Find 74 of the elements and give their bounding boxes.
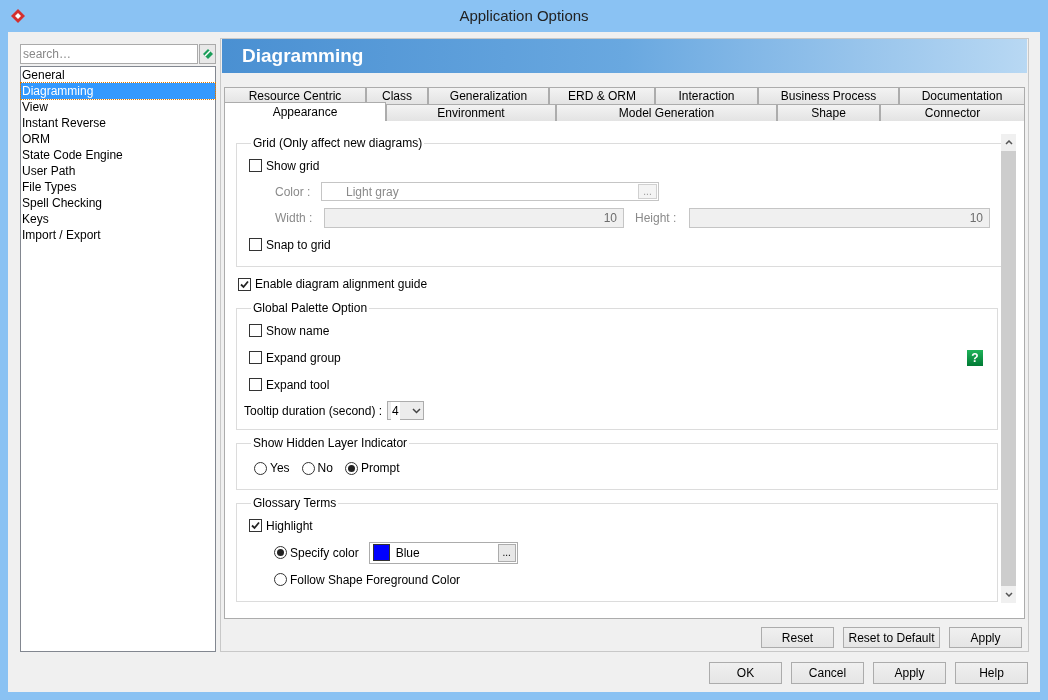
color-field[interactable]: Blue ...: [368, 541, 518, 564]
dialog-button[interactable]: Cancel: [791, 662, 864, 684]
category-item[interactable]: State Code Engine: [21, 147, 215, 163]
group-title: Global Palette Option: [252, 300, 369, 317]
tab[interactable]: Model Generation: [556, 104, 777, 121]
checkbox-label: Expand tool: [266, 376, 330, 394]
group-title: Glossary Terms: [252, 495, 338, 512]
duration-select[interactable]: 4: [387, 401, 425, 420]
field-label: Height :: [635, 209, 678, 227]
panel-button[interactable]: Reset: [761, 627, 834, 648]
eraser-icon: [201, 48, 214, 60]
tab[interactable]: ERD & ORM: [549, 87, 655, 104]
field-label: Tooltip duration (second) :: [244, 402, 383, 420]
tab[interactable]: Environment: [386, 104, 556, 121]
radio-button[interactable]: [254, 461, 267, 475]
checkbox[interactable]: [249, 351, 262, 364]
chevron-up-icon: [1004, 140, 1013, 145]
app-logo-icon: [10, 8, 26, 24]
radio-button[interactable]: [274, 573, 287, 586]
dialog-button[interactable]: Apply: [873, 662, 946, 684]
field-label: Color :: [275, 183, 312, 201]
field-label: Width :: [275, 209, 314, 227]
panel-button[interactable]: Apply: [949, 627, 1022, 648]
check-icon: [251, 521, 260, 530]
radio-button[interactable]: [301, 461, 315, 475]
radio-label: Yes: [270, 460, 290, 477]
dialog-button[interactable]: OK: [709, 662, 782, 684]
category-item[interactable]: Import / Export: [21, 227, 215, 243]
panel-button[interactable]: Reset to Default: [843, 627, 940, 648]
category-item[interactable]: Spell Checking: [21, 195, 215, 211]
panel-title: Diagramming: [242, 43, 364, 68]
checkbox[interactable]: [249, 378, 262, 391]
tab[interactable]: Business Process: [758, 87, 899, 104]
tab[interactable]: Documentation: [899, 87, 1025, 104]
chevron-down-icon: [412, 407, 422, 414]
browse-button[interactable]: ...: [497, 543, 516, 562]
tab[interactable]: Interaction: [655, 87, 758, 104]
checkbox[interactable]: [238, 277, 251, 291]
category-item[interactable]: General: [21, 67, 215, 83]
category-item[interactable]: User Path: [21, 163, 215, 179]
search-options-button[interactable]: [199, 44, 216, 64]
category-item[interactable]: Instant Reverse: [21, 115, 215, 131]
category-item[interactable]: ORM: [21, 131, 215, 147]
checkbox[interactable]: [249, 159, 262, 172]
chevron-down-icon: [1004, 592, 1013, 597]
category-item[interactable]: Keys: [21, 211, 215, 227]
checkbox[interactable]: [249, 238, 262, 251]
checkbox-label: Show grid: [266, 157, 320, 175]
radio-label: Specify color: [290, 544, 359, 562]
checkbox[interactable]: [249, 324, 262, 337]
window-title: Application Options: [459, 5, 589, 26]
radio-label: Prompt: [360, 460, 400, 477]
checkbox[interactable]: [249, 519, 262, 532]
radio-button[interactable]: [344, 461, 358, 475]
dialog-button[interactable]: Help: [955, 662, 1028, 684]
checkbox-label: Enable diagram alignment guide: [255, 276, 428, 293]
checkbox-label: Expand group: [266, 349, 341, 367]
group-title: Show Hidden Layer Indicator: [252, 435, 409, 452]
tab[interactable]: Connector: [880, 104, 1025, 121]
check-icon: [240, 279, 249, 289]
category-item[interactable]: File Types: [21, 179, 215, 195]
checkbox-label: Show name: [266, 322, 330, 340]
radio-label: No: [317, 460, 333, 477]
checkbox-label: Highlight: [266, 517, 313, 535]
radio-label: Follow Shape Foreground Color: [290, 571, 461, 589]
tab[interactable]: Class: [366, 87, 428, 104]
category-item[interactable]: View: [21, 99, 215, 115]
group-title: Grid (Only affect new diagrams): [252, 135, 424, 152]
search-field[interactable]: search…: [20, 44, 198, 64]
tab[interactable]: Appearance: [224, 102, 386, 121]
tab[interactable]: Generalization: [428, 87, 549, 104]
checkbox-label: Snap to grid: [266, 236, 331, 254]
tab[interactable]: Shape: [777, 104, 880, 121]
radio-button[interactable]: [274, 546, 287, 559]
